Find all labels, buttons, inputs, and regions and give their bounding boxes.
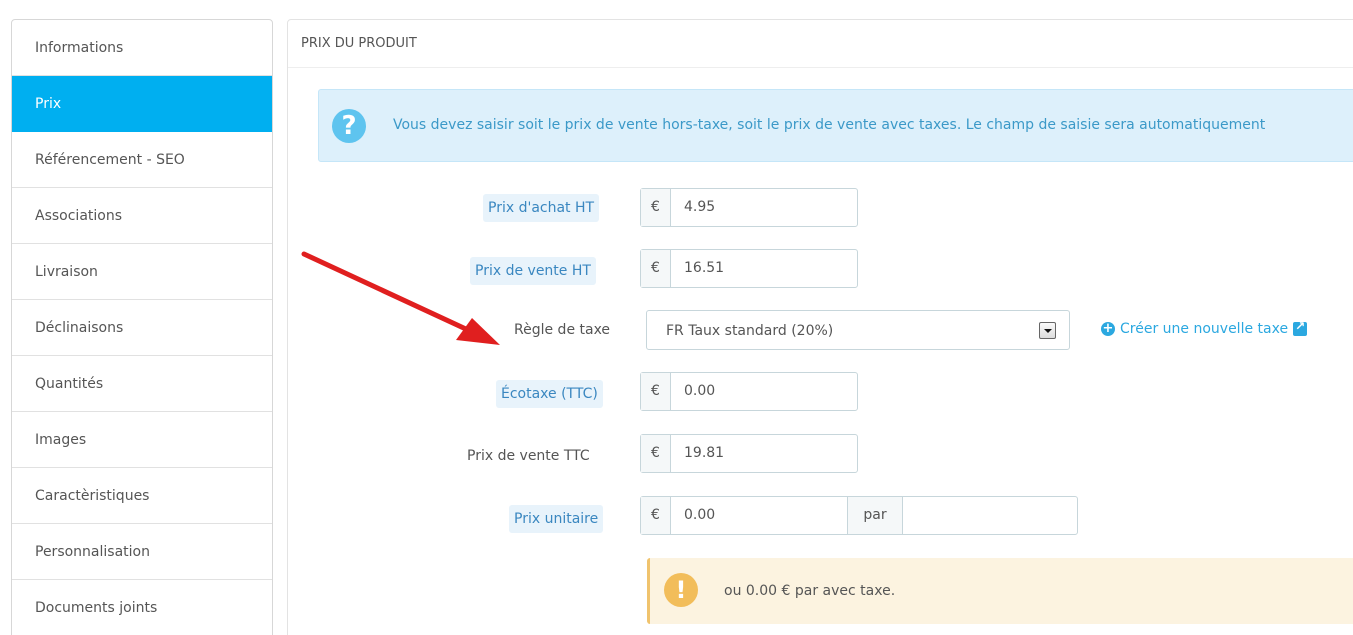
tax-rule-label: Règle de taxe	[514, 322, 611, 338]
currency-addon: €	[641, 497, 671, 534]
sale-price-ttc-label: Prix de vente TTC	[467, 448, 590, 464]
currency-addon: €	[641, 373, 671, 410]
per-addon: par	[847, 497, 903, 534]
info-alert-text: Vous devez saisir soit le prix de vente …	[393, 117, 1266, 133]
exclamation-icon: !	[664, 573, 698, 607]
currency-addon: €	[641, 435, 671, 472]
sale-price-ttc-field[interactable]: € 19.81	[640, 434, 858, 473]
sidebar-item-documents-joints[interactable]: Documents joints	[12, 580, 272, 635]
tax-rule-select[interactable]: FR Taux standard (20%)	[646, 310, 1070, 350]
sidebar-item-quantites[interactable]: Quantités	[12, 356, 272, 412]
warning-alert-text: ou 0.00 € par avec taxe.	[724, 583, 896, 599]
sidebar-item-livraison[interactable]: Livraison	[12, 244, 272, 300]
panel-title: PRIX DU PRODUIT	[288, 20, 1353, 68]
sale-price-ht-field[interactable]: € 16.51	[640, 249, 858, 288]
create-tax-link-label: Créer une nouvelle taxe	[1120, 321, 1289, 337]
currency-addon: €	[641, 250, 671, 287]
sale-price-ttc-input[interactable]: 19.81	[671, 435, 857, 472]
chevron-down-icon[interactable]	[1039, 322, 1056, 339]
sale-price-ht-input[interactable]: 16.51	[671, 250, 857, 287]
info-alert: ? Vous devez saisir soit le prix de vent…	[318, 89, 1353, 162]
purchase-price-input[interactable]: 4.95	[671, 189, 857, 226]
ecotax-label: Écotaxe (TTC)	[496, 380, 603, 408]
warning-alert: ! ou 0.00 € par avec taxe.	[647, 558, 1353, 624]
question-icon: ?	[332, 109, 366, 143]
sidebar-item-informations[interactable]: Informations	[12, 20, 272, 76]
external-link-icon	[1293, 319, 1308, 336]
purchase-price-field[interactable]: € 4.95	[640, 188, 858, 227]
create-tax-link[interactable]: + Créer une nouvelle taxe	[1101, 319, 1308, 337]
product-tabs-sidebar: Informations Prix Référencement - SEO As…	[11, 19, 273, 635]
purchase-price-label: Prix d'achat HT	[483, 194, 600, 222]
unit-price-input[interactable]: 0.00	[671, 497, 847, 534]
plus-circle-icon: +	[1101, 321, 1115, 336]
sidebar-item-seo[interactable]: Référencement - SEO	[12, 132, 272, 188]
sidebar-item-declinaisons[interactable]: Déclinaisons	[12, 300, 272, 356]
sale-price-ht-label: Prix de vente HT	[470, 257, 596, 285]
tax-rule-selected-value: FR Taux standard (20%)	[666, 323, 834, 339]
currency-addon: €	[641, 189, 671, 226]
ecotax-input[interactable]: 0.00	[671, 373, 857, 410]
unit-price-label: Prix unitaire	[509, 505, 604, 533]
sidebar-item-caracteristiques[interactable]: Caractèristiques	[12, 468, 272, 524]
sidebar-item-personnalisation[interactable]: Personnalisation	[12, 524, 272, 580]
sidebar-item-images[interactable]: Images	[12, 412, 272, 468]
unit-per-input[interactable]	[903, 497, 1077, 534]
sidebar-item-associations[interactable]: Associations	[12, 188, 272, 244]
sidebar-item-prix[interactable]: Prix	[12, 76, 272, 132]
ecotax-field[interactable]: € 0.00	[640, 372, 858, 411]
unit-price-field[interactable]: € 0.00 par	[640, 496, 1078, 535]
